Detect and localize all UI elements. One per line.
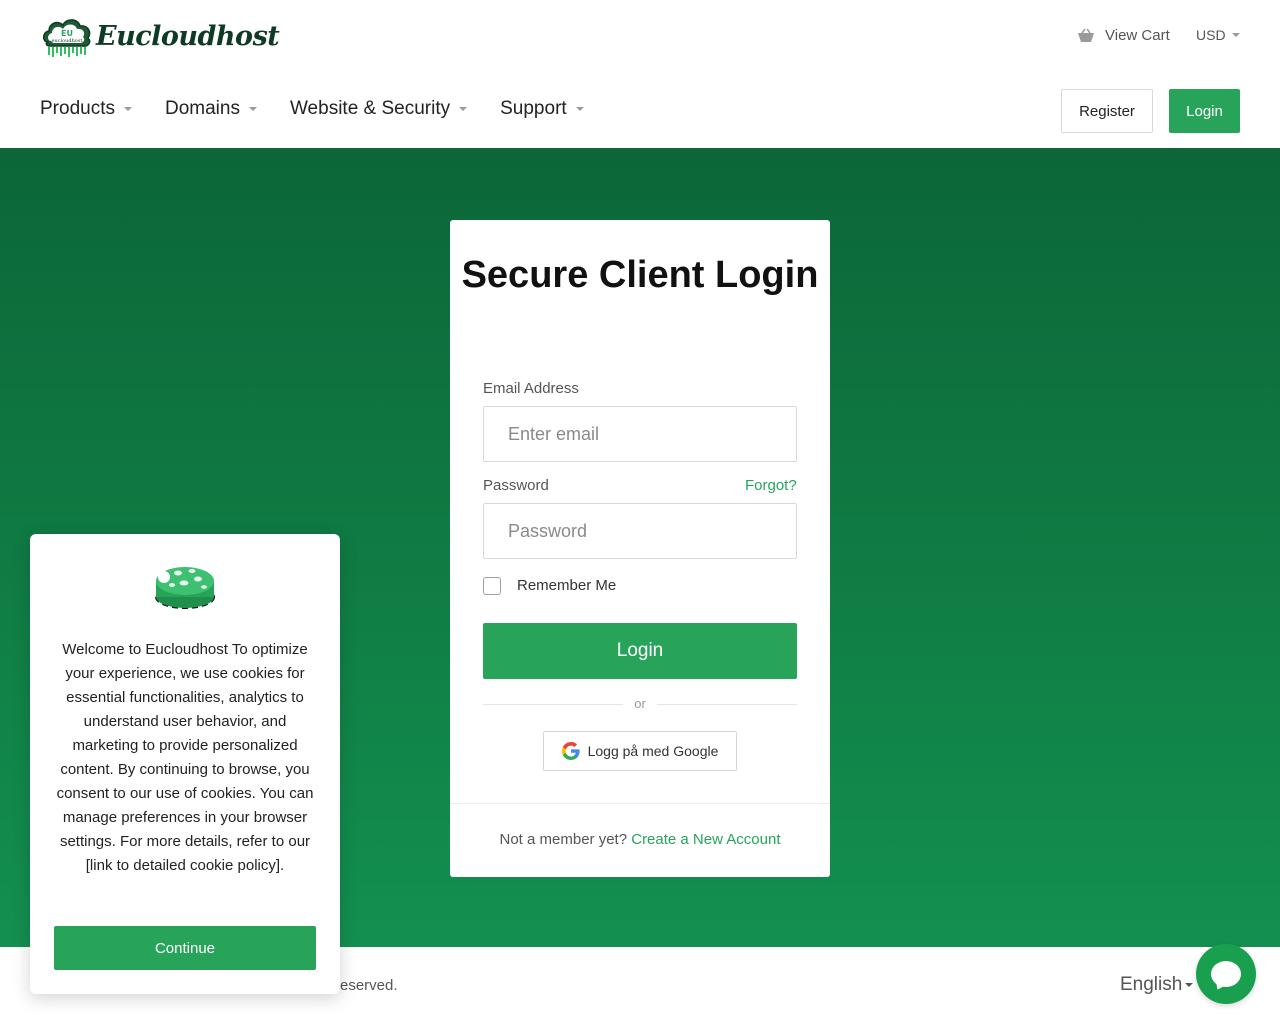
signup-prompt: Not a member yet? Create a New Account [450,831,830,848]
register-button[interactable]: Register [1061,89,1153,133]
chevron-down-icon [248,107,257,111]
view-cart-label: View Cart [1105,27,1170,44]
chevron-down-icon [1231,33,1240,37]
currency-selector[interactable]: USD [1196,27,1240,43]
cookie-consent-popup: Welcome to Eucloudhost To optimize your … [30,534,340,994]
view-cart-link[interactable]: View Cart [1076,27,1170,44]
main-nav: Products Domains Website & Security Supp… [40,98,617,120]
remember-me-label: Remember Me [517,577,617,594]
forgot-password-link[interactable]: Forgot? [745,477,797,494]
divider [657,704,797,705]
nav-item-label: Support [500,98,567,119]
chat-button[interactable] [1196,944,1256,1004]
divider [450,803,830,804]
nav-item-products[interactable]: Products [40,98,132,120]
divider [483,704,623,705]
copyright-visible: eserved. [340,977,398,994]
page-title: Secure Client Login [461,254,819,296]
logo-small-text: eucloudhost [52,38,83,44]
not-member-text: Not a member yet? [499,831,628,848]
chevron-down-icon [459,107,468,111]
language-selector[interactable]: English [1120,974,1194,996]
currency-value: USD [1196,27,1226,43]
cookie-message: Welcome to Eucloudhost To optimize your … [56,641,314,874]
cloud-logo-icon: EU eucloudhost [40,14,94,58]
nav-item-label: Website & Security [289,98,451,119]
password-field[interactable] [483,503,797,559]
continue-button[interactable]: Continue [54,926,316,970]
brand-name: Eucloudhost [96,20,280,52]
header-login-button[interactable]: Login [1169,89,1240,133]
email-label: Email Address [483,380,579,397]
nav-item-support[interactable]: Support [500,98,584,120]
login-card: Secure Client Login Email Address Passwo… [450,220,830,877]
chevron-down-icon [123,107,132,111]
language-value: English [1120,974,1183,995]
google-login-button[interactable]: Logg på med Google [543,731,737,771]
create-account-link[interactable]: Create a New Account [631,831,780,848]
google-login-label: Logg på med Google [587,743,719,759]
remember-me-checkbox[interactable] [483,577,501,595]
logo-mark-text: EU [61,29,73,38]
or-separator: or [634,696,646,711]
basket-icon [1076,28,1096,44]
chevron-down-icon [575,107,584,111]
logo[interactable]: EU eucloudhost Eucloudhost [40,14,280,58]
chat-bubble-icon [1211,961,1241,987]
chevron-down-icon [1185,983,1194,987]
password-label: Password [483,477,549,494]
google-icon [561,742,580,760]
login-button[interactable]: Login [483,623,797,679]
top-bar: EU eucloudhost Eucloudhost View Cart USD [0,0,1280,72]
email-field[interactable] [483,406,797,462]
nav-item-website-security[interactable]: Website & Security [289,98,468,120]
nav-item-label: Products [40,98,115,119]
nav-item-label: Domains [164,98,240,119]
nav-item-domains[interactable]: Domains [165,98,257,120]
cookie-icon [154,559,216,619]
